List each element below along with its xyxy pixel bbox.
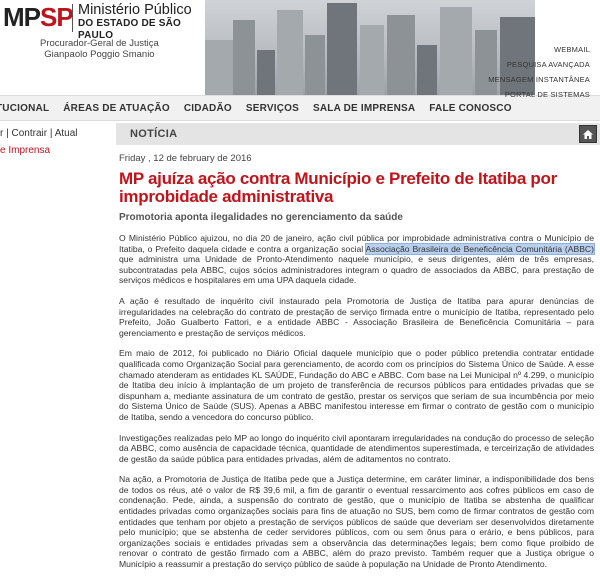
nav-institucional[interactable]: TUCIONAL xyxy=(0,103,56,114)
systems-portal-link[interactable]: PORTAL DE SISTEMAS xyxy=(488,87,590,102)
header-city-image xyxy=(205,0,535,95)
section-header: NOTÍCIA xyxy=(116,123,600,145)
article-date: Friday , 12 de february de 2016 xyxy=(119,153,252,164)
top-links: WEBMAIL PESQUISA AVANÇADA MENSAGEM INSTA… xyxy=(488,42,590,102)
nav-fale-conosco[interactable]: FALE CONOSCO xyxy=(422,103,518,114)
article-headline: MP ajuíza ação contra Município e Prefei… xyxy=(119,169,557,206)
article-paragraph: Na ação, a Promotoria de Justiça de Itat… xyxy=(119,474,594,570)
logo-mark: MPSP xyxy=(3,2,74,32)
article-paragraph: O Ministério Público ajuizou, no dia 20 … xyxy=(119,233,596,286)
selected-text: Associação Brasileira de Beneficência Co… xyxy=(364,242,596,255)
article-paragraph: A ação é resultado de inquérito civil in… xyxy=(119,295,594,338)
sidebar-item-imprensa[interactable]: e Imprensa xyxy=(0,141,110,156)
site-header: MPSP Ministério Público DO ESTADO DE SÃO… xyxy=(0,0,600,99)
article-paragraph: Investigações realizadas pelo MP ao long… xyxy=(119,432,594,464)
font-contract-link[interactable]: Contrair xyxy=(12,128,48,139)
logo-title: Ministério Público xyxy=(78,2,192,18)
procurador-title: Procurador-Geral de Justiça xyxy=(40,38,159,49)
procurador-name: Gianpaolo Poggio Smanio xyxy=(44,49,155,60)
nav-areas-atuacao[interactable]: ÁREAS DE ATUAÇÃO xyxy=(56,103,177,114)
article-body: O Ministério Público ajuizou, no dia 20 … xyxy=(116,233,600,570)
nav-servicos[interactable]: SERVIÇOS xyxy=(239,103,306,114)
main-content: NOTÍCIA Friday , 12 de february de 2016 … xyxy=(116,121,600,570)
nav-cidadao[interactable]: CIDADÃO xyxy=(177,103,239,114)
nav-sala-imprensa[interactable]: SALA DE IMPRENSA xyxy=(306,103,422,114)
logo-divider xyxy=(72,4,73,32)
sidebar: r | Contrair | Atual e Imprensa xyxy=(0,121,110,156)
procurador-info: Procurador-Geral de Justiça Gianpaolo Po… xyxy=(40,38,159,60)
article-subheadline: Promotoria aponta ilegalidades no gerenc… xyxy=(119,212,403,223)
logo-text: Ministério Público DO ESTADO DE SÃO PAUL… xyxy=(78,2,205,42)
font-expand-link[interactable]: r xyxy=(0,128,3,139)
font-reset-link[interactable]: Atual xyxy=(55,128,78,139)
home-button[interactable] xyxy=(579,125,597,143)
section-title: NOTÍCIA xyxy=(130,128,178,140)
home-icon xyxy=(583,129,593,139)
advanced-search-link[interactable]: PESQUISA AVANÇADA xyxy=(488,57,590,72)
instant-message-link[interactable]: MENSAGEM INSTANTÂNEA xyxy=(488,72,590,87)
article-paragraph: Em maio de 2012, foi publicado no Diário… xyxy=(119,348,594,422)
webmail-link[interactable]: WEBMAIL xyxy=(488,42,590,57)
logo[interactable]: MPSP Ministério Público DO ESTADO DE SÃO… xyxy=(0,0,205,95)
font-size-controls: r | Contrair | Atual xyxy=(0,128,78,139)
